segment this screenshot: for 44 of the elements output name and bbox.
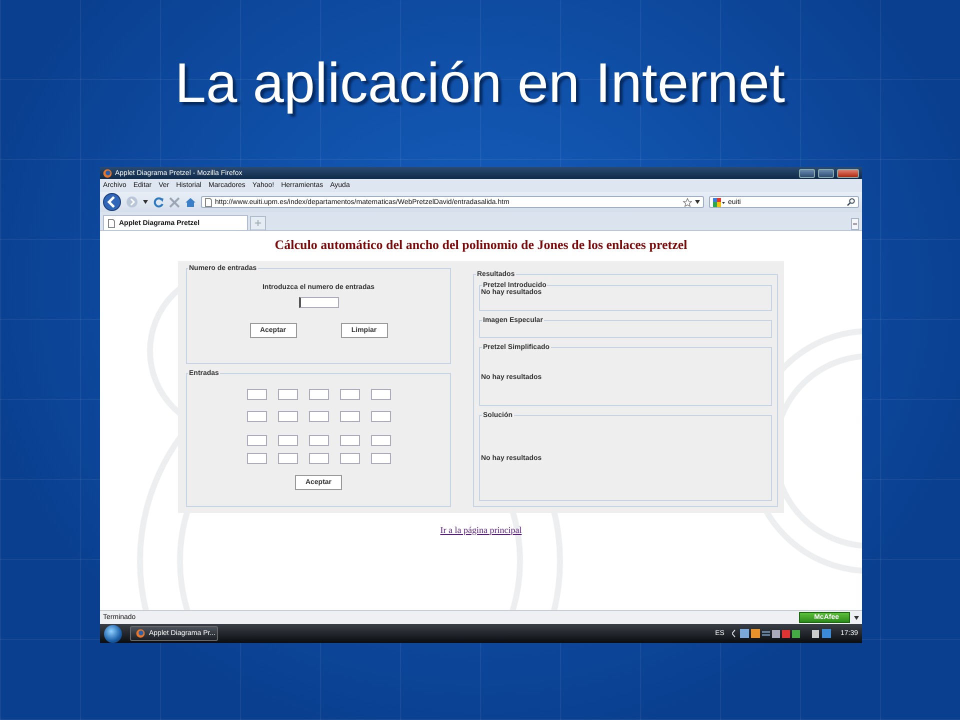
caret-icon[interactable]	[695, 200, 700, 204]
input-field[interactable]	[308, 453, 328, 464]
tray-icons-drawing[interactable]	[812, 629, 832, 638]
input-field[interactable]	[308, 411, 328, 422]
page-heading: Cálculo automático del ancho del polinomio de Jones de los enlaces pretzel	[274, 237, 688, 253]
start-button[interactable]	[104, 624, 122, 642]
page-icon	[205, 198, 212, 206]
input-field[interactable]	[246, 435, 266, 446]
reload-icon[interactable]	[153, 196, 164, 208]
input-field[interactable]	[278, 411, 298, 422]
maximize-button[interactable]	[818, 168, 834, 178]
minimize-button[interactable]	[799, 168, 815, 178]
new-tab-icon[interactable]	[250, 216, 266, 230]
search-engine-icon[interactable]	[713, 198, 725, 206]
firefox-icon	[136, 629, 145, 638]
input-field[interactable]	[370, 389, 390, 400]
tab-list-icon[interactable]	[851, 218, 859, 230]
input-field[interactable]	[340, 389, 360, 400]
caret-icon[interactable]	[143, 200, 148, 204]
caret-icon[interactable]	[854, 616, 859, 620]
star-icon[interactable]	[683, 198, 692, 206]
input-field[interactable]	[278, 435, 298, 446]
page-icon	[108, 218, 115, 228]
close-button[interactable]	[837, 168, 859, 178]
input-field[interactable]	[340, 411, 360, 422]
input-field[interactable]	[370, 435, 390, 446]
input-field[interactable]	[246, 411, 266, 422]
firefox-icon	[103, 168, 112, 178]
search-icon[interactable]	[847, 198, 855, 206]
input-field[interactable]	[308, 435, 328, 446]
input-field[interactable]	[370, 453, 390, 464]
input-field[interactable]	[246, 389, 266, 400]
slide-title: La aplicación en Internet	[174, 52, 786, 114]
input-field[interactable]	[278, 453, 298, 464]
input-field[interactable]	[340, 435, 360, 446]
input-field[interactable]	[278, 389, 298, 400]
main-page-link[interactable]: Ir a la página principal	[440, 525, 522, 535]
input-field[interactable]	[340, 453, 360, 464]
input-field[interactable]	[298, 297, 338, 308]
stop-icon[interactable]	[169, 196, 180, 208]
input-field[interactable]	[308, 389, 328, 400]
home-icon[interactable]	[185, 196, 196, 208]
input-field[interactable]	[246, 453, 266, 464]
input-field[interactable]	[370, 411, 390, 422]
